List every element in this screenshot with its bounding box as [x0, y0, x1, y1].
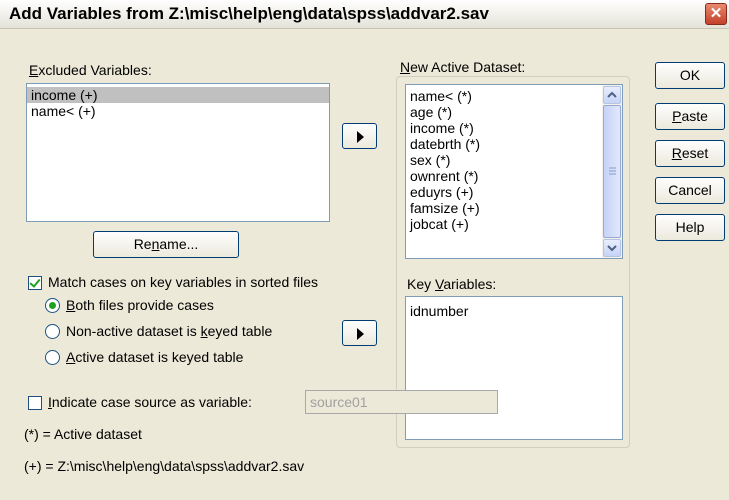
list-item[interactable]: idnumber: [406, 303, 622, 319]
reset-button[interactable]: Reset: [655, 140, 725, 167]
list-item[interactable]: name< (*): [406, 88, 622, 104]
right-arrow-icon: [357, 131, 364, 143]
list-item[interactable]: age (*): [406, 104, 622, 120]
list-item[interactable]: name< (+): [27, 103, 329, 119]
legend-other: (+) = Z:\misc\help\eng\data\spss\addvar2…: [24, 458, 305, 474]
radio-non-active-keyed[interactable]: [45, 324, 60, 339]
excluded-variables-label: Excluded Variables:: [29, 62, 152, 78]
move-to-active-button[interactable]: [342, 123, 377, 149]
list-item[interactable]: datebrth (*): [406, 136, 622, 152]
list-item[interactable]: income (*): [406, 120, 622, 136]
case-source-field[interactable]: source01: [305, 390, 498, 414]
indicate-source-label: Indicate case source as variable:: [48, 394, 252, 410]
help-button[interactable]: Help: [655, 214, 725, 241]
paste-button[interactable]: Paste: [655, 103, 725, 130]
close-icon[interactable]: ✕: [705, 3, 727, 25]
key-variables-list[interactable]: idnumber: [405, 296, 623, 440]
list-item[interactable]: jobcat (+): [406, 216, 622, 232]
scroll-up-button[interactable]: [603, 86, 621, 104]
grip-icon: [609, 167, 616, 175]
scrollbar[interactable]: [602, 85, 622, 258]
match-cases-checkbox[interactable]: [28, 276, 42, 290]
indicate-source-checkbox[interactable]: [28, 396, 42, 410]
key-variables-label: Key Variables:: [407, 276, 497, 292]
radio-active-keyed[interactable]: [45, 350, 60, 365]
radio-both-files-label: Both files provide cases: [66, 297, 214, 313]
legend-active: (*) = Active dataset: [24, 426, 142, 442]
new-active-dataset-label: New Active Dataset:: [400, 59, 526, 75]
scroll-down-button[interactable]: [603, 239, 621, 257]
ok-button[interactable]: OK: [655, 62, 725, 89]
scroll-thumb[interactable]: [603, 105, 621, 238]
chevron-down-icon: [607, 245, 617, 252]
radio-active-keyed-label: Active dataset is keyed table: [66, 349, 244, 365]
chevron-up-icon: [607, 91, 617, 98]
match-cases-label: Match cases on key variables in sorted f…: [48, 274, 319, 290]
add-variables-dialog: Add Variables from Z:\misc\help\eng\data…: [0, 0, 729, 500]
list-item[interactable]: sex (*): [406, 152, 622, 168]
excluded-variables-list[interactable]: income (+) name< (+): [26, 83, 330, 222]
list-item[interactable]: eduyrs (+): [406, 184, 622, 200]
cancel-button[interactable]: Cancel: [655, 177, 725, 204]
new-active-dataset-list[interactable]: name< (*) age (*) income (*) datebrth (*…: [405, 84, 623, 259]
list-item[interactable]: ownrent (*): [406, 168, 622, 184]
list-item[interactable]: income (+): [27, 87, 329, 103]
radio-both-files[interactable]: [45, 298, 60, 313]
move-to-key-button[interactable]: [342, 320, 377, 346]
title-bar[interactable]: Add Variables from Z:\misc\help\eng\data…: [0, 0, 729, 29]
right-arrow-icon: [357, 328, 364, 340]
window-title: Add Variables from Z:\misc\help\eng\data…: [9, 4, 489, 23]
rename-button[interactable]: Rename...: [93, 231, 239, 258]
radio-non-active-keyed-label: Non-active dataset is keyed table: [66, 323, 273, 339]
list-item[interactable]: famsize (+): [406, 200, 622, 216]
